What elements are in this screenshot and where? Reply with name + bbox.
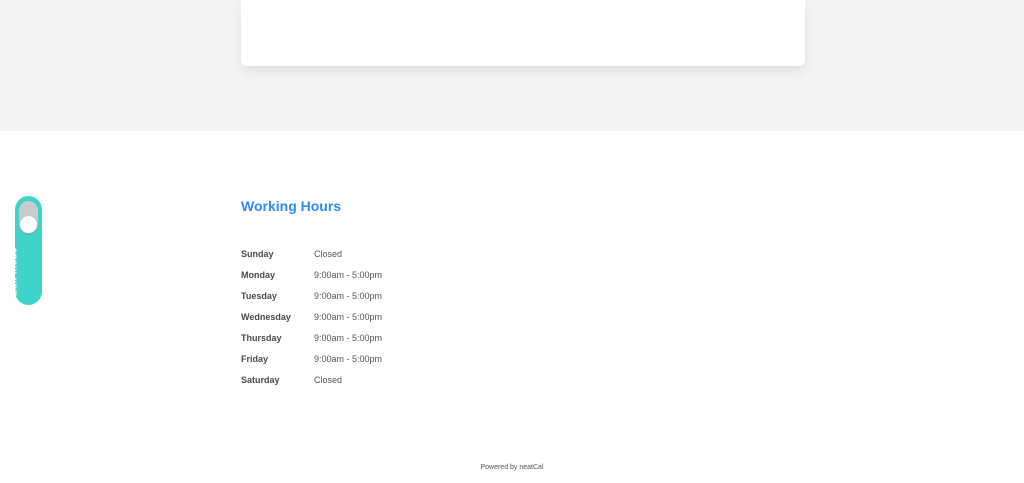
hours-row-saturday: Saturday Closed xyxy=(241,371,441,392)
day-label: Monday xyxy=(241,270,276,280)
hours-row-monday: Monday 9:00am - 5:00pm xyxy=(241,266,441,287)
toggle-knob[interactable] xyxy=(20,216,37,233)
day-label: Wednesday xyxy=(241,312,291,322)
hours-value: Closed xyxy=(314,375,343,385)
hours-row-thursday: Thursday 9:00am - 5:00pm xyxy=(241,329,441,350)
hours-value: 9:00am - 5:00pm xyxy=(314,270,383,280)
day-label: Tuesday xyxy=(241,291,277,301)
day-label: Friday xyxy=(241,354,269,364)
hours-row-friday: Friday 9:00am - 5:00pm xyxy=(241,350,441,371)
hours-row-sunday: Sunday Closed xyxy=(241,245,441,266)
content-card xyxy=(241,0,805,66)
hours-value: 9:00am - 5:00pm xyxy=(314,312,383,322)
day-label: Sunday xyxy=(241,249,274,259)
hours-value: 9:00am - 5:00pm xyxy=(314,354,383,364)
hours-row-tuesday: Tuesday 9:00am - 5:00pm xyxy=(241,287,441,308)
hours-value: Closed xyxy=(314,249,343,259)
hours-value: 9:00am - 5:00pm xyxy=(314,333,383,343)
hours-row-wednesday: Wednesday 9:00am - 5:00pm xyxy=(241,308,441,329)
top-section-background xyxy=(0,0,1024,131)
working-hours-title: Working Hours xyxy=(241,198,342,214)
edit-mode-label: Edit mode xyxy=(8,247,19,297)
day-label: Thursday xyxy=(241,333,282,343)
working-hours-list: Sunday Closed Monday 9:00am - 5:00pm Tue… xyxy=(241,245,441,392)
day-label: Saturday xyxy=(241,375,280,385)
footer-powered-by: Powered by neatCal xyxy=(480,464,544,471)
hours-value: 9:00am - 5:00pm xyxy=(314,291,383,301)
